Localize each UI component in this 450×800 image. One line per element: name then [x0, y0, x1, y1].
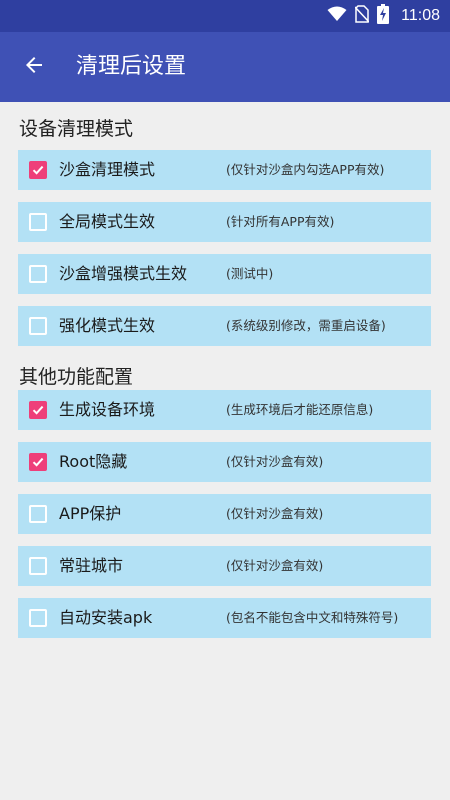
section-title-other-config: 其他功能配置 [19, 366, 134, 388]
option-note: (包名不能包含中文和特殊符号) [226, 610, 399, 625]
status-bar: 11:08 [0, 0, 450, 32]
checkbox[interactable] [29, 609, 47, 627]
status-icons: 11:08 [327, 4, 440, 28]
checkbox[interactable] [29, 557, 47, 575]
option-note: (仅针对沙盒内勾选APP有效) [226, 162, 385, 177]
option-note: (仅针对沙盒有效) [226, 454, 324, 469]
arrow-back-icon [22, 53, 46, 81]
option-note: (测试中) [226, 266, 274, 281]
option-label: APP保护 [59, 504, 122, 523]
checkbox[interactable] [29, 453, 47, 471]
option-label: 沙盒清理模式 [59, 160, 156, 179]
no-sim-icon [354, 5, 370, 27]
battery-charging-icon [377, 4, 390, 28]
option-note: (生成环境后才能还原信息) [226, 402, 374, 417]
option-label: 常驻城市 [59, 556, 124, 575]
option-label: 自动安装apk [59, 608, 153, 627]
option-row-app-protect[interactable]: APP保护 (仅针对沙盒有效) [18, 494, 431, 534]
option-note: (针对所有APP有效) [226, 214, 335, 229]
option-row-global-mode[interactable]: 全局模式生效 (针对所有APP有效) [18, 202, 431, 242]
app-bar: 清理后设置 [0, 32, 450, 102]
wifi-icon [327, 6, 347, 26]
back-button[interactable] [14, 47, 54, 87]
option-label: Root隐藏 [59, 452, 128, 471]
option-label: 强化模式生效 [59, 316, 156, 335]
option-row-root-hide[interactable]: Root隐藏 (仅针对沙盒有效) [18, 442, 431, 482]
checkbox[interactable] [29, 401, 47, 419]
checkbox[interactable] [29, 505, 47, 523]
option-note: (系统级别修改，需重启设备) [226, 318, 386, 333]
page-title: 清理后设置 [76, 54, 187, 79]
option-row-auto-install-apk[interactable]: 自动安装apk (包名不能包含中文和特殊符号) [18, 598, 431, 638]
option-note: (仅针对沙盒有效) [226, 506, 324, 521]
option-row-sandbox-enhanced-mode[interactable]: 沙盒增强模式生效 (测试中) [18, 254, 431, 294]
check-icon [32, 405, 44, 415]
option-row-resident-city[interactable]: 常驻城市 (仅针对沙盒有效) [18, 546, 431, 586]
option-label: 全局模式生效 [59, 212, 156, 231]
check-icon [32, 457, 44, 467]
checkbox[interactable] [29, 161, 47, 179]
option-label: 生成设备环境 [59, 400, 156, 419]
option-row-sandbox-clean-mode[interactable]: 沙盒清理模式 (仅针对沙盒内勾选APP有效) [18, 150, 431, 190]
option-row-hardened-mode[interactable]: 强化模式生效 (系统级别修改，需重启设备) [18, 306, 431, 346]
checkbox[interactable] [29, 317, 47, 335]
status-time: 11:08 [401, 7, 440, 24]
option-label: 沙盒增强模式生效 [59, 264, 188, 283]
option-note: (仅针对沙盒有效) [226, 558, 324, 573]
option-row-generate-env[interactable]: 生成设备环境 (生成环境后才能还原信息) [18, 390, 431, 430]
checkbox[interactable] [29, 213, 47, 231]
check-icon [32, 165, 44, 175]
section-title-device-clean-mode: 设备清理模式 [19, 118, 134, 140]
checkbox[interactable] [29, 265, 47, 283]
